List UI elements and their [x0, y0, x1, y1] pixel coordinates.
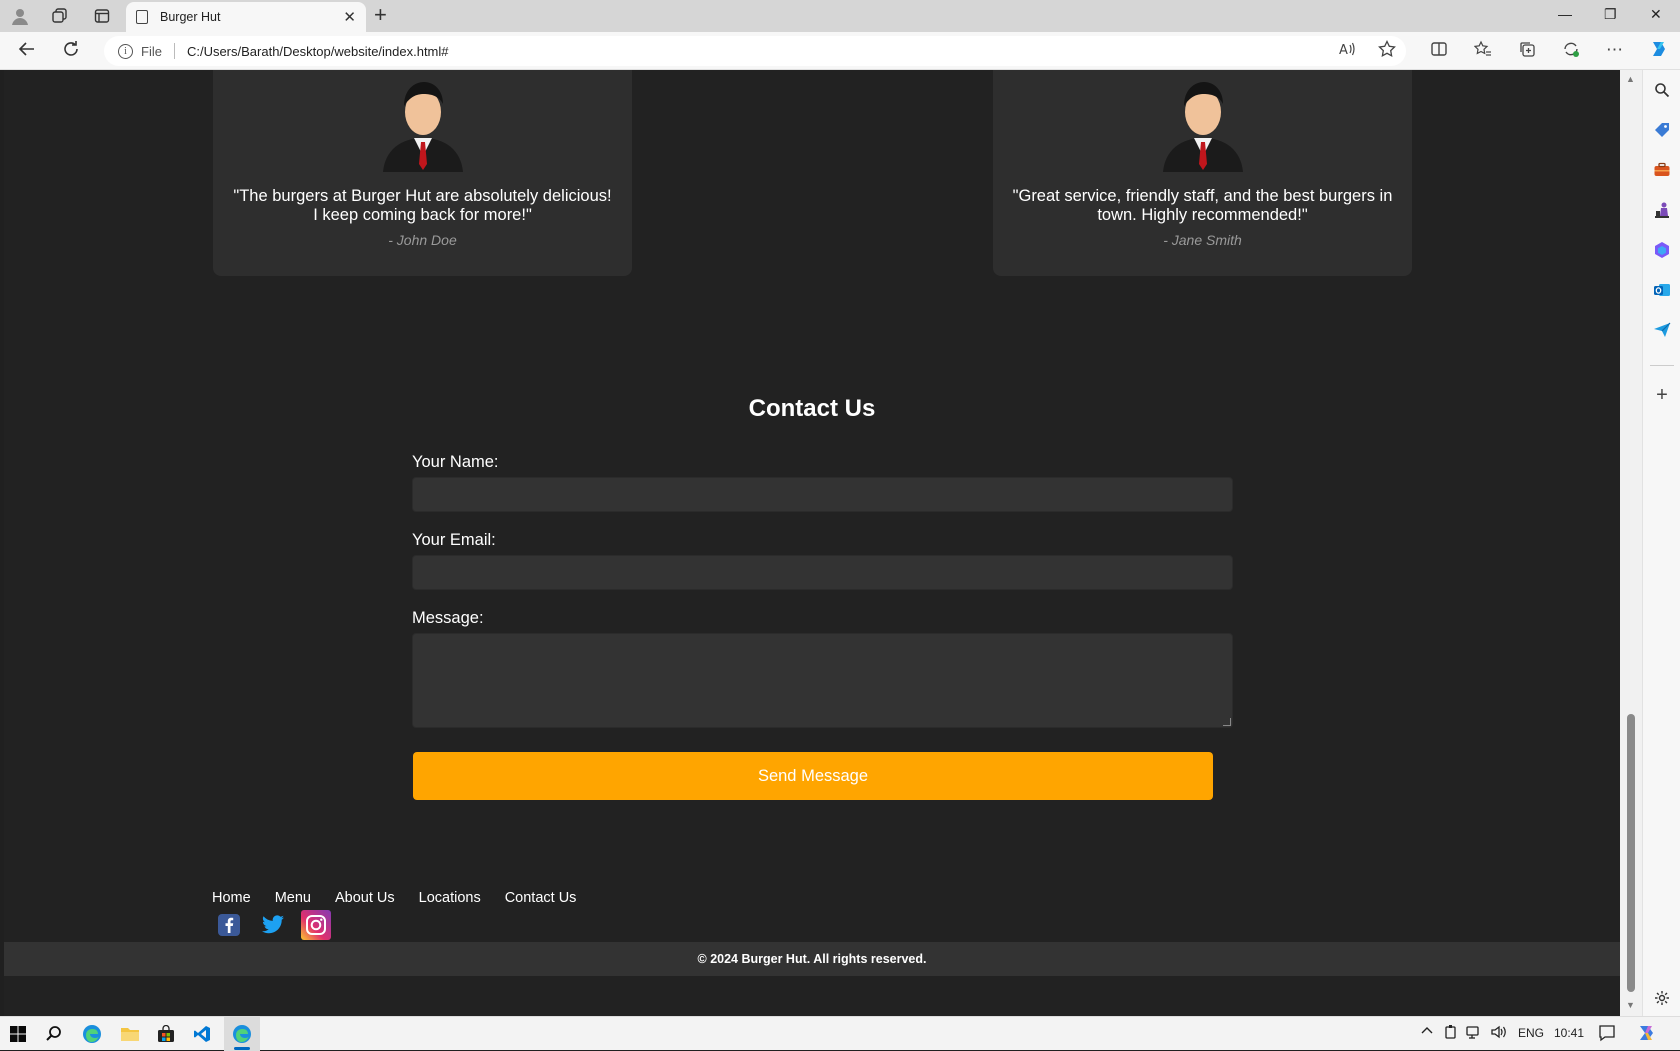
- windows-taskbar: ENG 10:41: [0, 1016, 1680, 1051]
- footer-nav: Home Menu About Us Locations Contact Us: [212, 890, 600, 906]
- copilot-taskbar-icon[interactable]: [1636, 1022, 1658, 1047]
- name-field[interactable]: [412, 477, 1233, 512]
- scroll-down-icon[interactable]: ▼: [1626, 1000, 1635, 1010]
- file-explorer-icon[interactable]: [118, 1022, 142, 1046]
- testimonial-card: "The burgers at Burger Hut are absolutel…: [213, 70, 632, 276]
- contact-heading: Contact Us: [748, 395, 876, 422]
- footer-link-menu[interactable]: Menu: [275, 890, 311, 906]
- taskbar-search-icon[interactable]: [42, 1022, 66, 1046]
- close-tab-icon[interactable]: ✕: [343, 8, 356, 26]
- address-scheme-label: File: [141, 43, 162, 59]
- read-aloud-icon[interactable]: A: [1338, 40, 1356, 63]
- instagram-icon[interactable]: [301, 910, 331, 940]
- svg-text:A: A: [1339, 43, 1348, 58]
- page-scrollbar[interactable]: ▲ ▼: [1620, 70, 1642, 1016]
- email-field[interactable]: [412, 555, 1233, 590]
- scrollbar-thumb[interactable]: [1627, 714, 1635, 992]
- new-tab-icon[interactable]: +: [374, 4, 387, 26]
- tab-strip: Burger Hut ✕ + — ❐ ✕: [0, 0, 1680, 32]
- resize-handle[interactable]: [1223, 718, 1231, 726]
- microsoft-365-icon[interactable]: [1652, 240, 1672, 260]
- testimonial-quote: "The burgers at Burger Hut are absolutel…: [233, 187, 612, 224]
- refresh-icon[interactable]: [62, 40, 80, 63]
- browser-tab[interactable]: Burger Hut ✕: [126, 2, 366, 32]
- scroll-up-icon[interactable]: ▲: [1626, 74, 1635, 84]
- add-sidebar-app-icon[interactable]: +: [1652, 384, 1672, 406]
- volume-icon[interactable]: [1490, 1024, 1508, 1043]
- testimonial-author: - John Doe: [388, 232, 457, 248]
- copilot-icon[interactable]: [1648, 38, 1670, 65]
- tab-actions-icon[interactable]: [90, 4, 114, 28]
- search-icon[interactable]: [1652, 80, 1672, 100]
- microsoft-store-icon[interactable]: [154, 1022, 178, 1046]
- testimonial-card: "Great service, friendly staff, and the …: [993, 70, 1412, 276]
- workspaces-icon[interactable]: [48, 4, 72, 28]
- address-divider: [173, 43, 175, 59]
- language-indicator[interactable]: ENG: [1518, 1026, 1544, 1040]
- page-icon: [136, 10, 148, 24]
- customer-avatar-icon: [383, 82, 463, 172]
- notifications-icon[interactable]: [1598, 1024, 1616, 1045]
- profile-icon[interactable]: [8, 4, 32, 28]
- browser-toolbar: i File C:/Users/Barath/Desktop/website/i…: [0, 32, 1680, 70]
- restore-icon[interactable]: ❐: [1604, 6, 1617, 23]
- footer-link-locations[interactable]: Locations: [419, 890, 481, 906]
- games-chess-icon[interactable]: [1652, 200, 1672, 220]
- vscode-icon[interactable]: [190, 1022, 214, 1046]
- address-bar[interactable]: i File C:/Users/Barath/Desktop/website/i…: [104, 36, 1406, 66]
- customer-avatar-icon: [1163, 82, 1243, 172]
- footer-link-about[interactable]: About Us: [335, 890, 395, 906]
- browser-essentials-icon[interactable]: [1562, 40, 1580, 63]
- facebook-icon[interactable]: [214, 910, 244, 940]
- web-page: "The burgers at Burger Hut are absolutel…: [4, 70, 1620, 1016]
- tools-briefcase-icon[interactable]: [1652, 160, 1672, 180]
- footer-link-home[interactable]: Home: [212, 890, 251, 906]
- send-paper-plane-icon[interactable]: [1652, 320, 1672, 340]
- settings-gear-icon[interactable]: [1652, 988, 1672, 1008]
- testimonial-quote: "Great service, friendly staff, and the …: [1012, 187, 1393, 224]
- more-options-icon[interactable]: ⋯: [1606, 40, 1623, 60]
- copyright-bar: © 2024 Burger Hut. All rights reserved.: [4, 942, 1620, 976]
- tab-title: Burger Hut: [160, 10, 221, 24]
- minimize-icon[interactable]: —: [1558, 6, 1572, 22]
- back-icon[interactable]: [18, 40, 36, 63]
- favorite-star-icon[interactable]: [1378, 39, 1396, 63]
- close-window-icon[interactable]: ✕: [1650, 6, 1662, 23]
- footer-link-contact[interactable]: Contact Us: [505, 890, 577, 906]
- windows-start-icon[interactable]: [6, 1022, 30, 1046]
- collections-icon[interactable]: [1518, 40, 1536, 63]
- testimonial-author: - Jane Smith: [1163, 232, 1242, 248]
- show-hidden-icons-icon[interactable]: [1420, 1024, 1434, 1041]
- clock-time[interactable]: 10:41: [1554, 1026, 1584, 1040]
- name-label: Your Name:: [412, 453, 499, 471]
- send-message-button[interactable]: Send Message: [413, 752, 1213, 800]
- copyright-text: © 2024 Burger Hut. All rights reserved.: [697, 952, 927, 966]
- favorites-icon[interactable]: [1473, 40, 1492, 63]
- site-info-icon[interactable]: i: [118, 43, 133, 59]
- message-label: Message:: [412, 609, 484, 627]
- twitter-icon[interactable]: [258, 910, 288, 940]
- edge-browser-icon[interactable]: [80, 1022, 104, 1046]
- shopping-tag-icon[interactable]: [1652, 120, 1672, 140]
- network-icon[interactable]: [1466, 1024, 1482, 1043]
- meet-now-icon[interactable]: [1444, 1024, 1458, 1043]
- outlook-icon[interactable]: [1652, 280, 1672, 300]
- edge-active-window-icon[interactable]: [230, 1022, 254, 1046]
- edge-sidebar: +: [1642, 70, 1680, 1016]
- message-field[interactable]: [412, 633, 1233, 728]
- email-label: Your Email:: [412, 531, 496, 549]
- sidebar-divider: [1650, 365, 1674, 366]
- split-screen-icon[interactable]: [1430, 40, 1448, 63]
- address-url[interactable]: C:/Users/Barath/Desktop/website/index.ht…: [187, 44, 449, 59]
